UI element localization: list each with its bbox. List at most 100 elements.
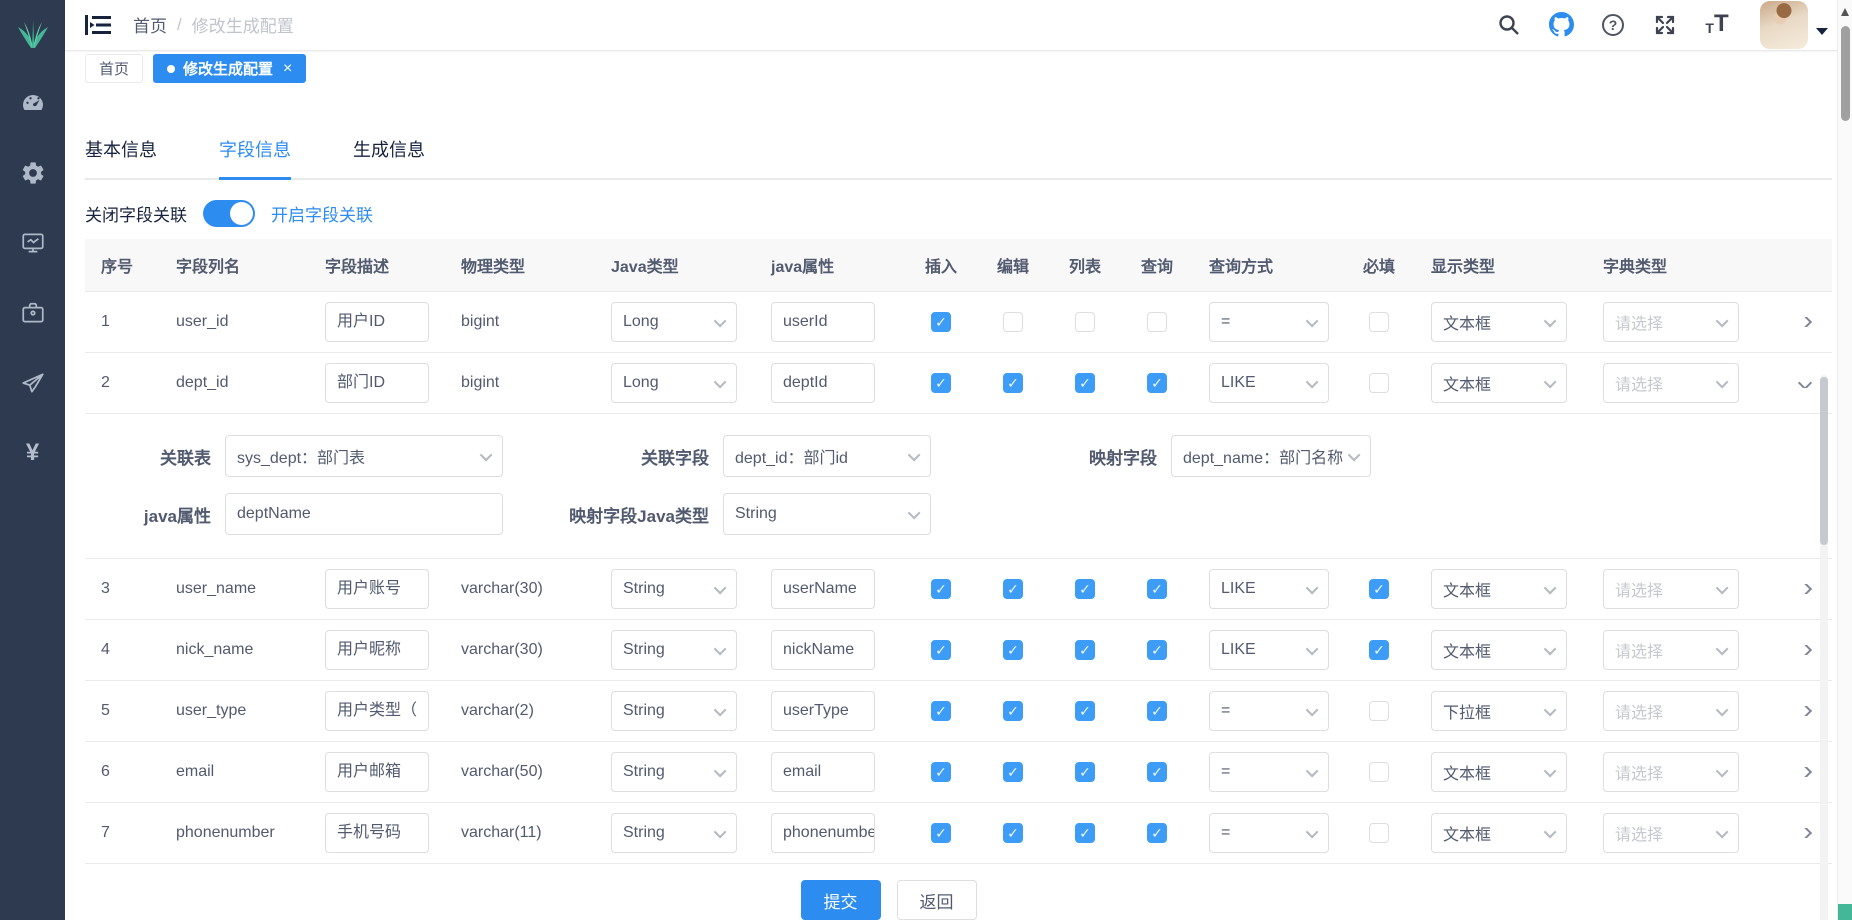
java-field-input[interactable]: nickName <box>771 630 875 670</box>
edit-checkbox[interactable] <box>1003 640 1023 660</box>
java-type-select[interactable]: String <box>611 569 737 609</box>
query-checkbox[interactable] <box>1147 701 1167 721</box>
java-type-select[interactable]: String <box>611 691 737 731</box>
insert-checkbox[interactable] <box>931 762 951 782</box>
expand-row-icon[interactable] <box>1797 317 1811 327</box>
query-type-select[interactable]: = <box>1209 813 1329 853</box>
yen-icon[interactable]: ¥ <box>18 440 48 466</box>
required-checkbox[interactable] <box>1369 312 1389 332</box>
expand-row-icon[interactable] <box>1797 767 1811 777</box>
insert-checkbox[interactable] <box>931 640 951 660</box>
list-checkbox[interactable] <box>1075 579 1095 599</box>
edit-checkbox[interactable] <box>1003 373 1023 393</box>
html-type-select[interactable]: 文本框 <box>1431 813 1567 853</box>
column-desc-input[interactable]: 用户类型（ <box>325 691 429 731</box>
list-checkbox[interactable] <box>1075 762 1095 782</box>
column-desc-input[interactable]: 用户邮箱 <box>325 752 429 792</box>
query-type-select[interactable]: = <box>1209 691 1329 731</box>
html-type-select[interactable]: 文本框 <box>1431 752 1567 792</box>
tab-generate-info[interactable]: 生成信息 <box>353 136 425 178</box>
java-field-input[interactable]: phonenumber <box>771 813 875 853</box>
insert-checkbox[interactable] <box>931 701 951 721</box>
dict-type-select[interactable]: 请选择 <box>1603 630 1739 670</box>
dict-type-select[interactable]: 请选择 <box>1603 752 1739 792</box>
dict-type-select[interactable]: 请选择 <box>1603 569 1739 609</box>
insert-checkbox[interactable] <box>931 373 951 393</box>
tag-home[interactable]: 首页 <box>85 54 143 83</box>
dict-type-select[interactable]: 请选择 <box>1603 813 1739 853</box>
help-icon[interactable] <box>1600 12 1626 38</box>
expand-row-icon[interactable] <box>1797 645 1811 655</box>
query-checkbox[interactable] <box>1147 373 1167 393</box>
java-type-select[interactable]: Long <box>611 363 737 403</box>
edit-checkbox[interactable] <box>1003 701 1023 721</box>
insert-checkbox[interactable] <box>931 579 951 599</box>
required-checkbox[interactable] <box>1369 579 1389 599</box>
edit-checkbox[interactable] <box>1003 762 1023 782</box>
query-type-select[interactable]: = <box>1209 752 1329 792</box>
insert-checkbox[interactable] <box>931 312 951 332</box>
monitor-icon[interactable] <box>18 230 48 256</box>
expand-row-icon[interactable] <box>1797 706 1811 716</box>
html-type-select[interactable]: 文本框 <box>1431 302 1567 342</box>
column-desc-input[interactable]: 用户账号 <box>325 569 429 609</box>
collapse-menu-icon[interactable] <box>85 14 111 36</box>
map-field-select[interactable]: dept_name：部门名称 <box>1171 435 1371 477</box>
query-checkbox[interactable] <box>1147 640 1167 660</box>
query-type-select[interactable]: LIKE <box>1209 363 1329 403</box>
java-field-input[interactable]: userType <box>771 691 875 731</box>
edit-checkbox[interactable] <box>1003 579 1023 599</box>
java-field-input[interactable]: userId <box>771 302 875 342</box>
dict-type-select[interactable]: 请选择 <box>1603 302 1739 342</box>
assoc-field-select[interactable]: dept_id：部门id <box>723 435 931 477</box>
html-type-select[interactable]: 文本框 <box>1431 363 1567 403</box>
required-checkbox[interactable] <box>1369 373 1389 393</box>
java-type-select[interactable]: String <box>611 630 737 670</box>
column-desc-input[interactable]: 部门ID <box>325 363 429 403</box>
page-scroll-thumb[interactable] <box>1841 26 1850 121</box>
query-type-select[interactable]: = <box>1209 302 1329 342</box>
dict-type-select[interactable]: 请选择 <box>1603 691 1739 731</box>
query-type-select[interactable]: LIKE <box>1209 630 1329 670</box>
fullscreen-icon[interactable] <box>1652 12 1678 38</box>
search-icon[interactable] <box>1496 12 1522 38</box>
page-scrollbar[interactable] <box>1837 0 1852 920</box>
query-type-select[interactable]: LIKE <box>1209 569 1329 609</box>
java-field-input[interactable]: deptId <box>771 363 875 403</box>
required-checkbox[interactable] <box>1369 640 1389 660</box>
dashboard-icon[interactable] <box>18 90 48 116</box>
query-checkbox[interactable] <box>1147 823 1167 843</box>
java-type-select[interactable]: String <box>611 752 737 792</box>
breadcrumb-home[interactable]: 首页 <box>133 12 167 37</box>
column-desc-input[interactable]: 用户ID <box>325 302 429 342</box>
table-scrollbar-track[interactable] <box>1820 375 1828 920</box>
tab-basic-info[interactable]: 基本信息 <box>85 136 157 178</box>
expand-row-icon[interactable] <box>1797 584 1811 594</box>
html-type-select[interactable]: 文本框 <box>1431 569 1567 609</box>
required-checkbox[interactable] <box>1369 823 1389 843</box>
list-checkbox[interactable] <box>1075 701 1095 721</box>
user-avatar[interactable] <box>1760 1 1808 49</box>
list-checkbox[interactable] <box>1075 373 1095 393</box>
back-button[interactable]: 返回 <box>897 880 977 920</box>
github-icon[interactable] <box>1548 12 1574 38</box>
user-menu[interactable] <box>1760 1 1828 49</box>
query-checkbox[interactable] <box>1147 579 1167 599</box>
java-field-input[interactable]: email <box>771 752 875 792</box>
table-scrollbar-thumb[interactable] <box>1820 377 1828 545</box>
map-java-type-select[interactable]: String <box>723 493 931 535</box>
java-attr-input[interactable]: deptName <box>225 493 503 535</box>
html-type-select[interactable]: 下拉框 <box>1431 691 1567 731</box>
expand-row-icon[interactable] <box>1797 828 1811 838</box>
edit-checkbox[interactable] <box>1003 312 1023 332</box>
column-desc-input[interactable]: 用户昵称 <box>325 630 429 670</box>
send-icon[interactable] <box>18 370 48 396</box>
field-association-switch[interactable] <box>203 200 255 227</box>
list-checkbox[interactable] <box>1075 640 1095 660</box>
java-field-input[interactable]: userName <box>771 569 875 609</box>
briefcase-icon[interactable] <box>18 300 48 326</box>
java-type-select[interactable]: Long <box>611 302 737 342</box>
query-checkbox[interactable] <box>1147 312 1167 332</box>
submit-button[interactable]: 提交 <box>801 880 881 920</box>
required-checkbox[interactable] <box>1369 701 1389 721</box>
